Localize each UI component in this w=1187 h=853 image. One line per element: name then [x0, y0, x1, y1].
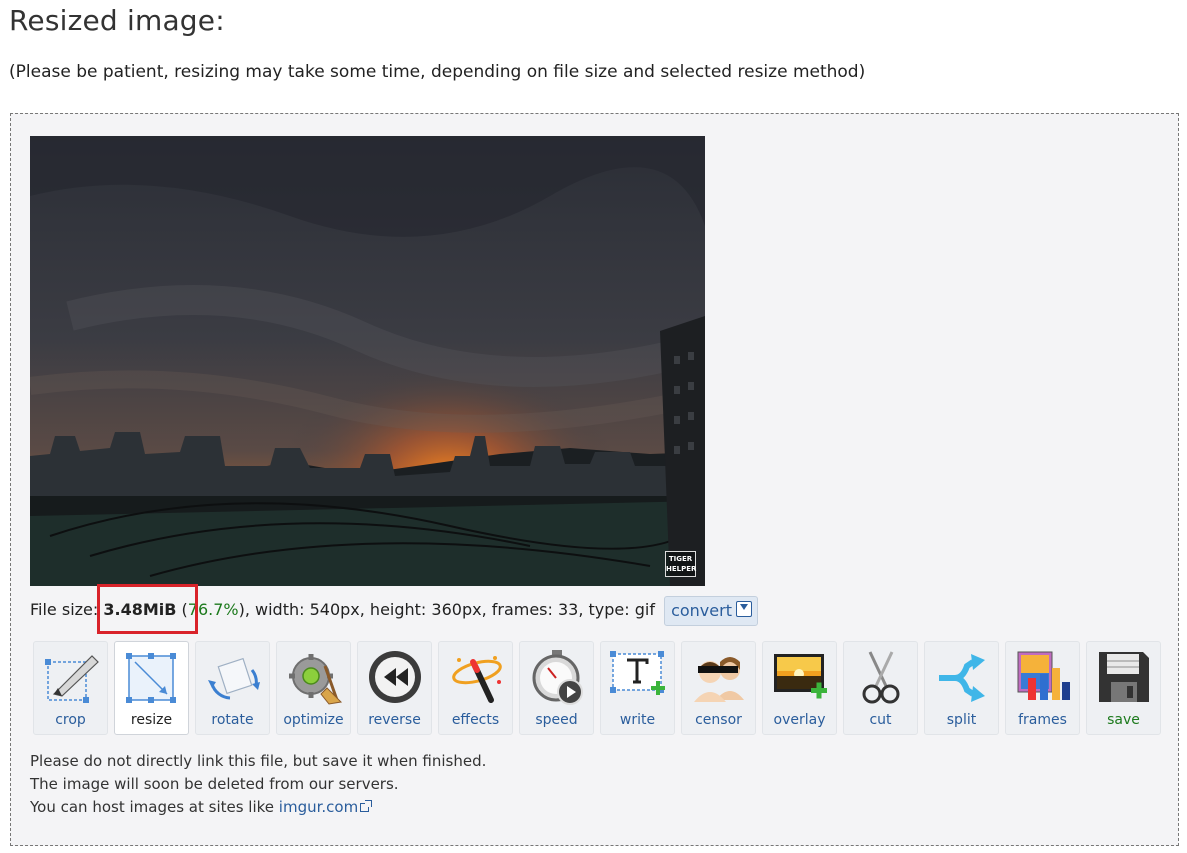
tool-frames[interactable]: frames	[1005, 641, 1080, 735]
file-size-highlight	[97, 584, 198, 634]
tool-save[interactable]: save	[1086, 641, 1161, 735]
tool-crop[interactable]: crop	[33, 641, 108, 735]
file-size-label: File size:	[30, 600, 104, 619]
rotate-icon	[208, 657, 260, 700]
tool-cut[interactable]: cut	[843, 641, 918, 735]
reverse-icon	[369, 651, 421, 703]
tool-reverse[interactable]: reverse	[357, 641, 432, 735]
tool-split[interactable]: split	[924, 641, 999, 735]
tiger-helper-watermark: TIGER HELPER	[665, 551, 696, 577]
tool-write[interactable]: write	[600, 641, 675, 735]
resized-image-preview: TIGER HELPER	[30, 136, 705, 586]
optimize-icon	[289, 654, 343, 705]
note-line-2: The image will soon be deleted from our …	[30, 775, 399, 793]
censor-icon	[694, 657, 744, 702]
tool-bar: crop resize rotate optimize reverse effe…	[33, 641, 1161, 735]
download-arrow-icon	[735, 600, 752, 617]
frames-icon	[1017, 651, 1070, 700]
external-link-icon	[360, 800, 373, 812]
page-title: Resized image:	[9, 4, 225, 37]
split-icon	[939, 654, 985, 702]
resize-icon	[126, 653, 176, 703]
tool-resize[interactable]: resize	[114, 641, 189, 735]
save-icon	[1099, 652, 1149, 702]
note-line-3: You can host images at sites like imgur.…	[30, 796, 486, 819]
crop-icon	[45, 655, 99, 703]
overlay-icon	[774, 654, 827, 699]
tool-effects[interactable]: effects	[438, 641, 513, 735]
image-details: ), width: 540px, height: 360px, frames: …	[238, 600, 655, 619]
write-icon	[610, 651, 665, 695]
imgur-link[interactable]: imgur.com	[279, 798, 358, 816]
note-line-1: Please do not directly link this file, b…	[30, 752, 487, 770]
tool-optimize[interactable]: optimize	[276, 641, 351, 735]
tool-censor[interactable]: censor	[681, 641, 756, 735]
result-panel: TIGER HELPER File size: 3.48MiB (76.7%),…	[10, 113, 1179, 846]
patience-note: (Please be patient, resizing may take so…	[9, 62, 866, 82]
convert-button[interactable]: convert	[664, 595, 758, 626]
tool-overlay[interactable]: overlay	[762, 641, 837, 735]
speed-icon	[532, 650, 583, 705]
tool-rotate[interactable]: rotate	[195, 641, 270, 735]
hosting-notes: Please do not directly link this file, b…	[30, 750, 486, 819]
effects-icon	[452, 656, 502, 703]
tool-speed[interactable]: speed	[519, 641, 594, 735]
cut-icon	[862, 651, 900, 704]
